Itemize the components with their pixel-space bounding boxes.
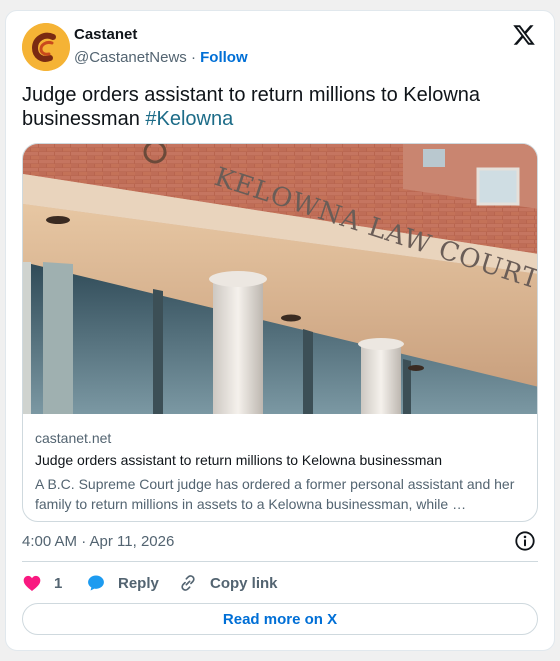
hashtag-link[interactable]: #Kelowna — [145, 108, 233, 130]
link-description: A B.C. Supreme Court judge has ordered a… — [35, 476, 515, 512]
heart-icon — [23, 575, 41, 591]
tweet-timestamp[interactable]: 4:00 AM · Apr 11, 2026 — [22, 533, 174, 550]
avatar[interactable] — [22, 23, 70, 71]
x-logo-icon[interactable] — [512, 23, 536, 47]
like-count: 1 — [54, 574, 63, 592]
like-button[interactable]: 1 — [22, 571, 62, 595]
copy-link-button[interactable]: Copy link — [178, 571, 278, 595]
read-more-button[interactable]: Read more on X — [22, 603, 538, 635]
reply-bubble-icon — [88, 575, 104, 591]
link-icon — [181, 575, 195, 591]
author-handle-line: @CastanetNews · Follow — [74, 49, 248, 66]
tweet-text: Judge orders assistant to return million… — [22, 83, 522, 131]
author-handle[interactable]: @CastanetNews — [74, 49, 187, 66]
follow-button[interactable]: Follow — [200, 49, 248, 66]
tweet-header: Castanet @CastanetNews · Follow — [22, 23, 538, 73]
link-domain: castanet.net — [35, 430, 112, 446]
reply-label: Reply — [118, 574, 159, 592]
courthouse-photo: KELOWNA LAW COURTS — [23, 144, 537, 414]
divider — [22, 561, 538, 562]
tweet-embed-card: Castanet @CastanetNews · Follow Judge or… — [5, 10, 555, 651]
author-name[interactable]: Castanet — [74, 26, 137, 43]
link-preview-card[interactable]: KELOWNA LAW COURTS castanet.net Judge or… — [22, 143, 538, 522]
link-title: Judge orders assistant to return million… — [35, 452, 442, 468]
action-bar: 1 Reply Copy link — [22, 571, 538, 595]
reply-button[interactable]: Reply — [86, 571, 159, 595]
handle-separator: · — [190, 49, 196, 66]
info-icon[interactable] — [514, 530, 536, 552]
castanet-logo-icon — [22, 23, 70, 71]
copy-link-label: Copy link — [210, 574, 278, 592]
tweet-body: Judge orders assistant to return million… — [22, 84, 481, 130]
